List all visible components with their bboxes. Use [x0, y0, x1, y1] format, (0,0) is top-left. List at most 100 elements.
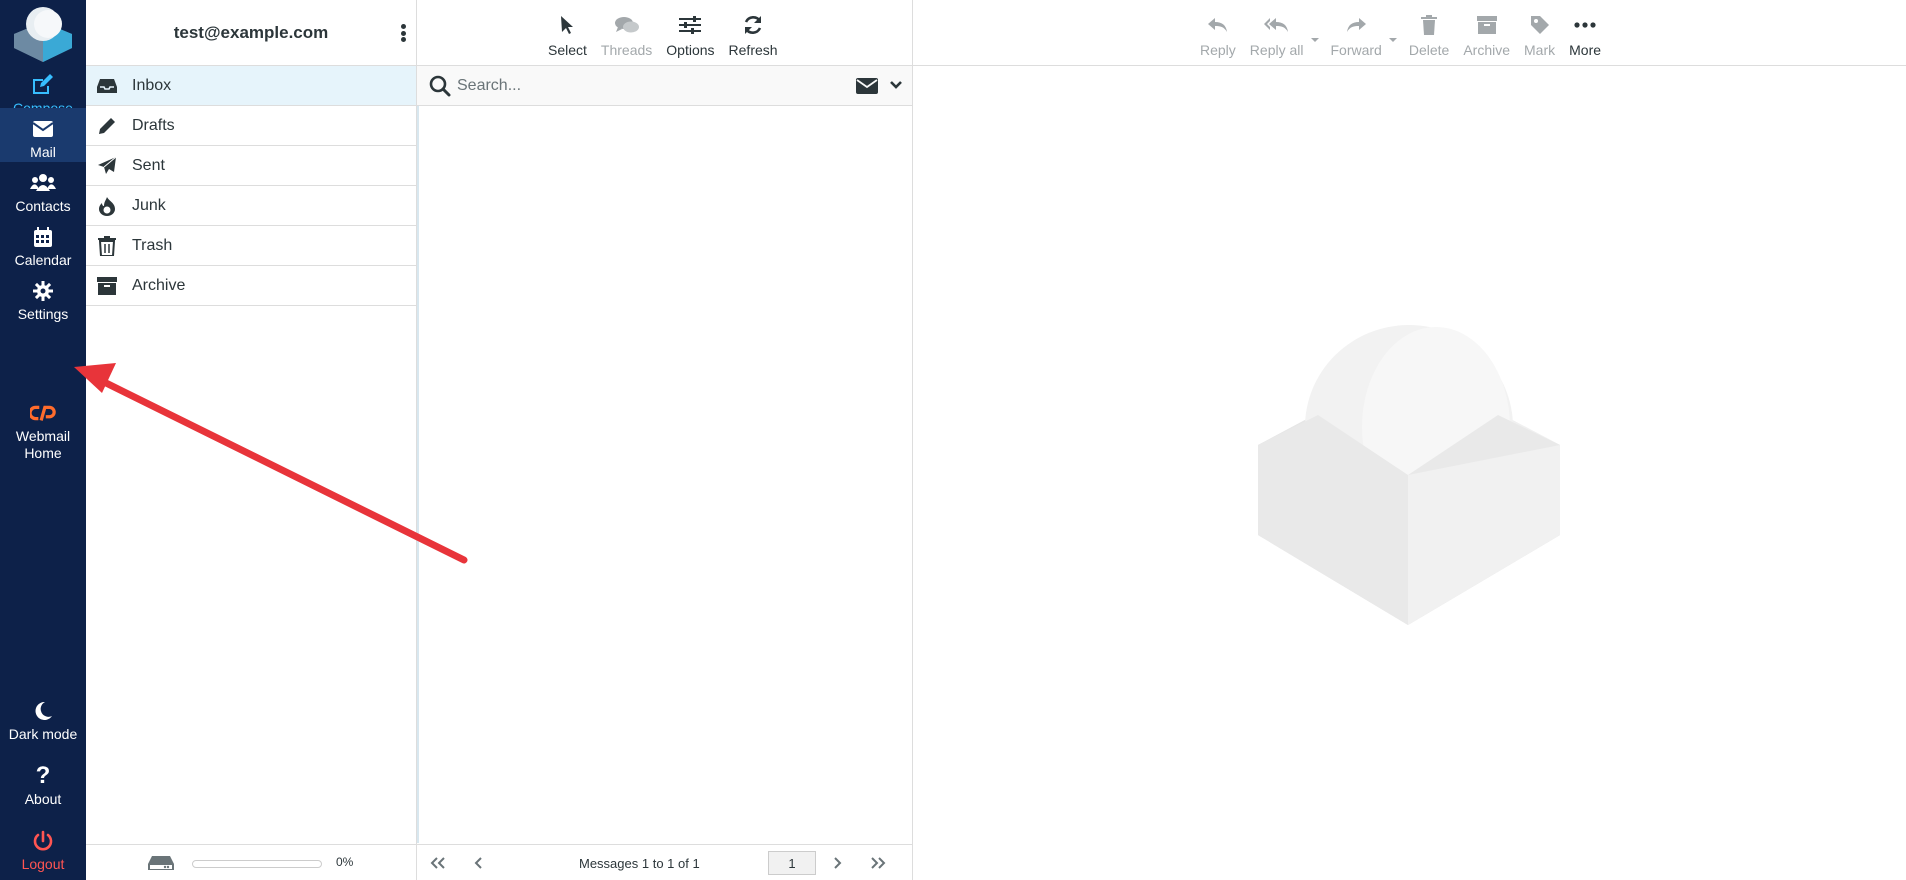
- message-list-pane: Select Threads Options Refresh Search...…: [417, 0, 913, 880]
- dark-mode-label: Dark mode: [8, 726, 78, 742]
- more-label: More: [1569, 42, 1602, 58]
- chevron-down-icon[interactable]: [889, 78, 903, 92]
- inbox-icon: [96, 75, 118, 97]
- folder-label: Trash: [132, 236, 173, 254]
- search-bar: [417, 66, 912, 106]
- options-label: Options: [666, 42, 715, 58]
- caret-down-icon[interactable]: [1310, 36, 1320, 44]
- dark-mode-toggle[interactable]: Dark mode: [0, 690, 86, 754]
- comments-icon: [614, 12, 640, 38]
- refresh-button[interactable]: Refresh: [722, 9, 785, 65]
- message-list[interactable]: [417, 106, 912, 843]
- reply-all-label: Reply all: [1249, 42, 1304, 58]
- archive-box-icon: [96, 275, 118, 297]
- sliders-icon: [677, 12, 703, 38]
- select-button[interactable]: Select: [541, 9, 594, 65]
- webmail-home-label: Webmail Home: [15, 428, 71, 461]
- search-input[interactable]: [457, 72, 837, 100]
- reply-button[interactable]: Reply: [1193, 9, 1243, 65]
- folder-label: Archive: [132, 276, 186, 294]
- folder-drafts[interactable]: Drafts: [86, 106, 416, 146]
- ellipsis-icon: [1572, 12, 1598, 38]
- archive-label: Archive: [1463, 42, 1511, 58]
- first-page-icon[interactable]: [427, 853, 449, 873]
- paper-plane-icon: [96, 155, 118, 177]
- caret-down-icon[interactable]: [1388, 36, 1398, 44]
- threads-label: Threads: [600, 42, 653, 58]
- folder-archive[interactable]: Archive: [86, 266, 416, 306]
- nav-item-webmail-home[interactable]: Webmail Home: [0, 392, 86, 466]
- trash-icon: [96, 235, 118, 257]
- folder-pane-header: test@example.com: [86, 0, 416, 66]
- reply-all-icon: [1263, 12, 1290, 38]
- quota-footer: 0%: [86, 844, 416, 880]
- trash-icon: [1416, 12, 1442, 38]
- more-button[interactable]: More: [1562, 9, 1608, 65]
- contacts-label: Contacts: [15, 198, 71, 214]
- folder-junk[interactable]: Junk: [86, 186, 416, 226]
- quota-text: 0%: [336, 855, 354, 869]
- fire-icon: [96, 195, 118, 217]
- folder-pane: test@example.com Inbox Drafts Sent Junk …: [86, 0, 417, 880]
- select-label: Select: [548, 42, 587, 58]
- mark-button[interactable]: Mark: [1517, 9, 1562, 65]
- folder-label: Sent: [132, 156, 165, 174]
- envelope-icon: [30, 116, 56, 142]
- forward-label: Forward: [1330, 42, 1382, 58]
- list-toolbar: Select Threads Options Refresh: [417, 0, 912, 66]
- nav-item-settings[interactable]: Settings: [0, 270, 86, 334]
- envelope-icon[interactable]: [856, 77, 878, 95]
- main-nav: Compose Mail Contacts Calendar Settings: [0, 0, 86, 880]
- page-number-input[interactable]: [768, 851, 816, 875]
- tag-icon: [1527, 12, 1553, 38]
- settings-label: Settings: [17, 306, 69, 322]
- threads-button[interactable]: Threads: [594, 9, 659, 65]
- folder-label: Junk: [132, 196, 166, 214]
- forward-button[interactable]: Forward: [1324, 9, 1402, 65]
- roundcube-watermark-logo: [1258, 325, 1560, 625]
- refresh-label: Refresh: [728, 42, 778, 58]
- next-page-icon[interactable]: [827, 853, 849, 873]
- delete-button[interactable]: Delete: [1402, 9, 1456, 65]
- message-count: Messages 1 to 1 of 1: [579, 856, 700, 871]
- users-icon: [30, 170, 56, 196]
- last-page-icon[interactable]: [867, 853, 889, 873]
- calendar-label: Calendar: [14, 252, 72, 268]
- refresh-icon: [740, 12, 766, 38]
- mark-label: Mark: [1524, 42, 1556, 58]
- options-button[interactable]: Options: [659, 9, 721, 65]
- mail-label: Mail: [30, 144, 56, 160]
- folder-inbox[interactable]: Inbox: [86, 66, 416, 106]
- calendar-icon: [30, 224, 56, 250]
- roundcube-logo[interactable]: [10, 4, 76, 66]
- about-label: About: [24, 791, 62, 807]
- pointer-icon: [554, 12, 580, 38]
- logout-label: Logout: [21, 856, 65, 872]
- nav-item-about[interactable]: ? About: [0, 755, 86, 819]
- search-icon[interactable]: [429, 75, 451, 97]
- webmail-app: Compose Mail Contacts Calendar Settings: [0, 0, 1906, 880]
- delete-label: Delete: [1408, 42, 1450, 58]
- nav-item-mail[interactable]: Mail: [0, 108, 86, 162]
- folder-sent[interactable]: Sent: [86, 146, 416, 186]
- compose-icon: [30, 72, 56, 98]
- question-icon: ?: [35, 762, 51, 789]
- folder-options-menu-icon[interactable]: [396, 20, 410, 46]
- folder-label: Inbox: [132, 76, 172, 94]
- list-footer: Messages 1 to 1 of 1: [417, 844, 912, 880]
- reply-all-button[interactable]: Reply all: [1243, 9, 1324, 65]
- logout-button[interactable]: Logout: [0, 820, 86, 880]
- preview-pane: Reply Reply all Forward Delete Archive M…: [913, 0, 1906, 880]
- hard-drive-icon: [148, 856, 174, 870]
- archive-button[interactable]: Archive: [1456, 9, 1517, 65]
- cpanel-icon: [30, 400, 56, 426]
- folder-label: Drafts: [132, 116, 175, 134]
- moon-icon: [30, 698, 56, 724]
- gear-icon: [30, 278, 56, 304]
- quota-bar: [192, 860, 322, 868]
- previous-page-icon[interactable]: [467, 853, 489, 873]
- reply-label: Reply: [1200, 42, 1236, 58]
- archive-box-icon: [1474, 12, 1500, 38]
- folder-trash[interactable]: Trash: [86, 226, 416, 266]
- pencil-icon: [96, 115, 118, 137]
